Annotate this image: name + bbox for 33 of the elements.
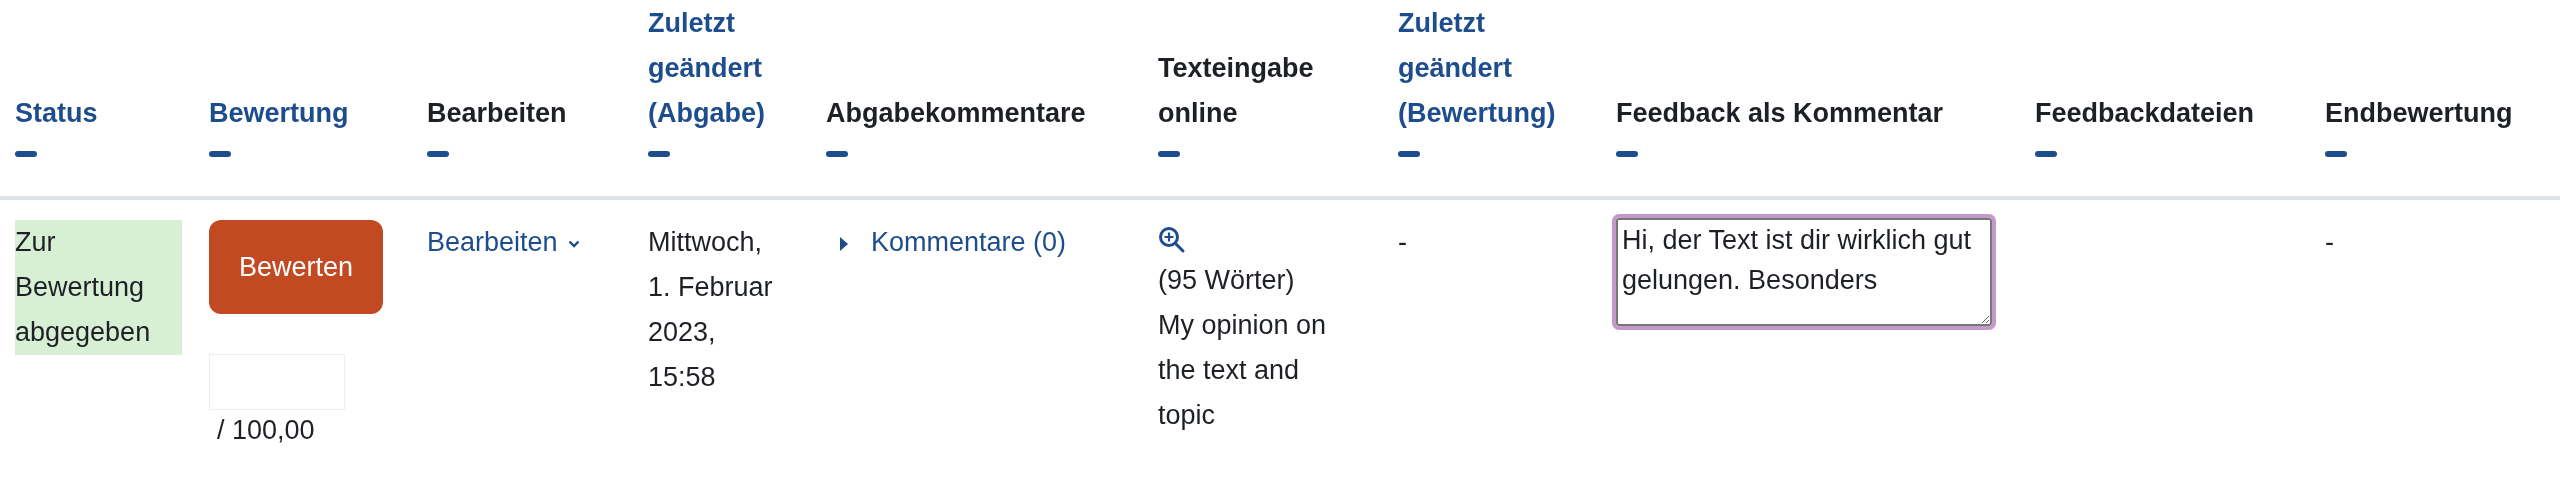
column-sort-link[interactable]: Bewertung xyxy=(209,91,349,136)
column-header: Abgabekommentare xyxy=(826,97,1086,130)
collapse-column-icon[interactable] xyxy=(2035,151,2057,157)
collapse-column-icon[interactable] xyxy=(1398,151,1420,157)
final-grade: - xyxy=(2325,227,2334,257)
collapse-column-icon[interactable] xyxy=(2325,151,2347,157)
comments-link[interactable]: Kommentare (0) xyxy=(871,227,1067,257)
online-text-preview: My opinion on the text and topic xyxy=(1158,309,1328,432)
caret-icon xyxy=(567,239,580,248)
collapse-column-icon[interactable] xyxy=(427,151,449,157)
column-header: Endbewertung xyxy=(2325,97,2513,130)
column-header: Feedback als Kommentar xyxy=(1616,97,1944,130)
collapse-column-icon[interactable] xyxy=(826,151,848,157)
grading-date: - xyxy=(1398,227,1407,257)
column-header: Bearbeiten xyxy=(427,97,567,130)
edit-menu-link[interactable]: Bearbeiten xyxy=(427,227,558,257)
word-count: (95 Wörter) xyxy=(1158,264,1296,297)
column-header: Feedbackdateien xyxy=(2035,97,2255,130)
grade-maximum: / 100,00 xyxy=(216,414,316,447)
column-sort-link[interactable]: Zuletzt geändert (Bewertung) xyxy=(1398,1,1589,136)
collapse-column-icon[interactable] xyxy=(1616,151,1638,157)
grade-button[interactable]: Bewerten xyxy=(209,220,383,314)
collapse-column-icon[interactable] xyxy=(648,151,670,157)
column-sort-link[interactable]: Status xyxy=(15,91,98,136)
collapse-column-icon[interactable] xyxy=(15,151,37,157)
expand-arrow-icon[interactable] xyxy=(839,236,849,252)
column-header: Texteingabe online xyxy=(1158,52,1315,130)
column-sort-link[interactable]: Zuletzt geändert (Abgabe) xyxy=(648,1,799,136)
status-label: Zur Bewertung abgegeben xyxy=(15,220,182,355)
zoom-in-icon[interactable] xyxy=(1158,226,1186,254)
collapse-column-icon[interactable] xyxy=(209,151,231,157)
submission-date: Mittwoch, 1. Februar 2023, 15:58 xyxy=(648,226,774,394)
collapse-column-icon[interactable] xyxy=(1158,151,1180,157)
